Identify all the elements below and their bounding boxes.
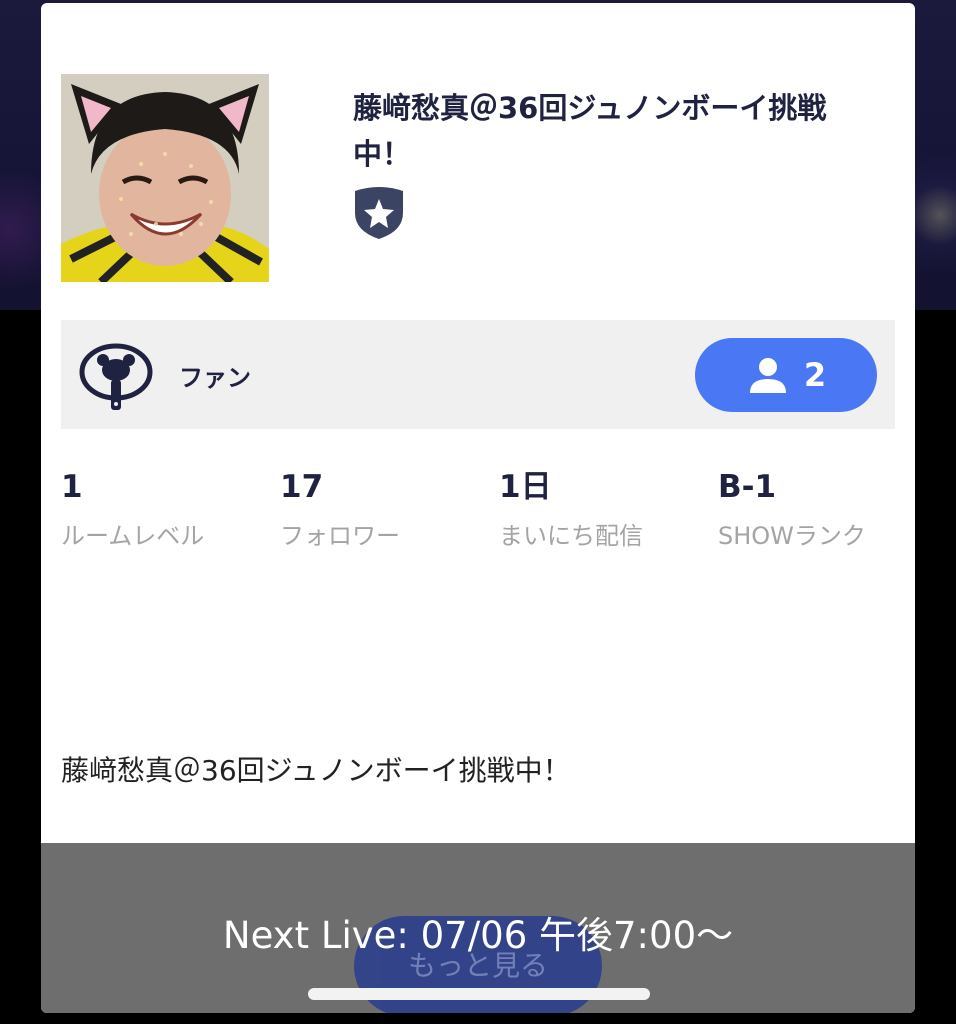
room-description: 藤﨑愁真＠36回ジュノンボーイ挑戦中！: [61, 754, 571, 787]
stat-value: 1日: [499, 469, 552, 505]
stat-value: 1: [61, 469, 83, 505]
next-live-text: Next Live: 07/06 午後7:00～: [222, 914, 734, 957]
stat-value: 17: [280, 469, 324, 505]
star-shield-icon: [351, 185, 407, 241]
stat-followers[interactable]: 17 フォロワー: [280, 465, 400, 553]
stat-show-rank: B-1 SHOWランク: [718, 465, 866, 553]
fan-section: ファン 2: [61, 320, 895, 429]
home-indicator: [308, 988, 650, 1000]
room-profile-card: 藤﨑愁真＠36回ジュノンボーイ挑戦中！ ファン 2 1 ルームレベル 17 フォ…: [41, 3, 915, 1013]
fan-uchiwa-icon: [77, 336, 155, 416]
room-title: 藤﨑愁真＠36回ジュノンボーイ挑戦中！: [353, 91, 827, 171]
stat-label: フォロワー: [280, 522, 400, 550]
stat-value: B-1: [718, 469, 777, 505]
avatar-photo: [61, 74, 269, 282]
stat-daily-streams: 1日 まいにち配信: [499, 465, 643, 553]
fan-count: 2: [803, 356, 827, 394]
fan-label: ファン: [179, 364, 251, 392]
stat-label: まいにち配信: [499, 522, 643, 550]
stat-label: ルームレベル: [61, 522, 205, 550]
stat-room-level: 1 ルームレベル: [61, 465, 204, 553]
avatar: [61, 74, 269, 282]
person-icon: [749, 358, 786, 393]
fan-count-button[interactable]: 2: [695, 338, 877, 412]
stat-label: SHOWランク: [718, 522, 866, 550]
